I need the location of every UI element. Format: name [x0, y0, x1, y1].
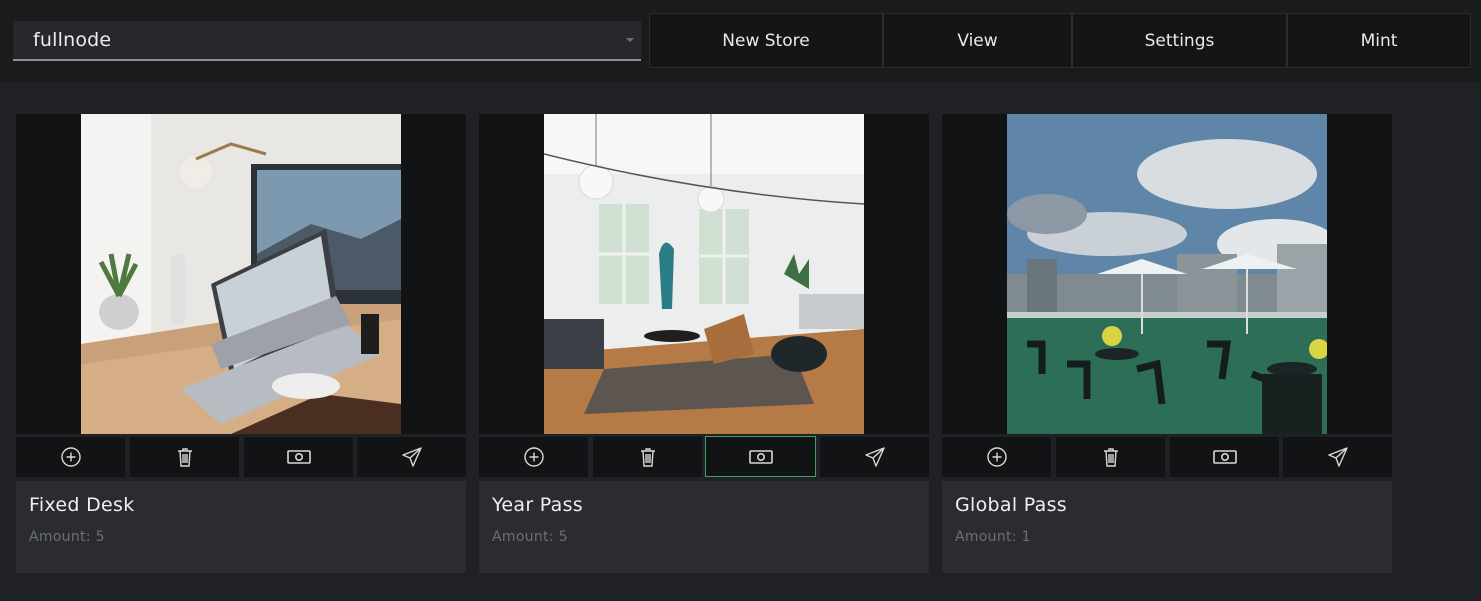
transfer-button[interactable]	[1283, 437, 1392, 477]
sell-button[interactable]	[244, 437, 353, 477]
card-amount: Amount: 5	[29, 529, 105, 545]
banknote-icon	[1212, 450, 1237, 464]
trash-icon	[177, 448, 192, 467]
card-image-frame	[16, 114, 466, 434]
card-info: Global Pass Amount: 1	[942, 481, 1392, 573]
top-bar: fullnode New Store View Settings Mint	[0, 0, 1481, 82]
card-title: Fixed Desk	[29, 494, 135, 516]
delete-button[interactable]	[593, 437, 702, 477]
plus-circle-icon	[986, 447, 1007, 467]
trash-icon	[1103, 448, 1118, 467]
chevron-down-icon	[626, 38, 634, 42]
card-amount: Amount: 5	[492, 529, 568, 545]
sell-button[interactable]	[705, 436, 816, 477]
item-card: Fixed Desk Amount: 5	[16, 114, 466, 573]
plus-circle-icon	[60, 447, 81, 467]
add-button[interactable]	[16, 437, 125, 477]
card-actions	[16, 437, 466, 478]
rooftop-terrace-photo	[1007, 114, 1327, 434]
laptop-desk-photo	[81, 114, 401, 434]
mint-button[interactable]: Mint	[1287, 13, 1471, 68]
settings-button[interactable]: Settings	[1072, 13, 1287, 68]
transfer-button[interactable]	[820, 437, 929, 477]
banknote-icon	[748, 449, 773, 464]
node-select-value: fullnode	[33, 29, 112, 51]
card-amount: Amount: 1	[955, 529, 1031, 545]
card-actions	[942, 437, 1392, 478]
plus-circle-icon	[523, 447, 544, 467]
card-actions	[479, 436, 929, 478]
send-icon	[864, 447, 885, 467]
card-image-frame	[479, 114, 929, 434]
item-card: Global Pass Amount: 1	[942, 114, 1392, 573]
card-info: Year Pass Amount: 5	[479, 481, 929, 573]
send-icon	[1327, 447, 1348, 467]
item-card: Year Pass Amount: 5	[479, 114, 929, 573]
banknote-icon	[286, 450, 311, 464]
node-select[interactable]: fullnode	[13, 21, 641, 61]
card-image-frame	[942, 114, 1392, 434]
add-button[interactable]	[942, 437, 1051, 477]
card-title: Year Pass	[492, 494, 584, 516]
sell-button[interactable]	[1170, 437, 1279, 477]
card-title: Global Pass	[955, 494, 1067, 516]
view-button[interactable]: View	[883, 13, 1072, 68]
send-icon	[401, 447, 422, 467]
trash-icon	[640, 448, 655, 467]
delete-button[interactable]	[1056, 437, 1165, 477]
lounge-room-photo	[544, 114, 864, 434]
transfer-button[interactable]	[357, 437, 466, 477]
card-info: Fixed Desk Amount: 5	[16, 481, 466, 573]
new-store-button[interactable]: New Store	[649, 13, 883, 68]
add-button[interactable]	[479, 437, 588, 477]
delete-button[interactable]	[130, 437, 239, 477]
